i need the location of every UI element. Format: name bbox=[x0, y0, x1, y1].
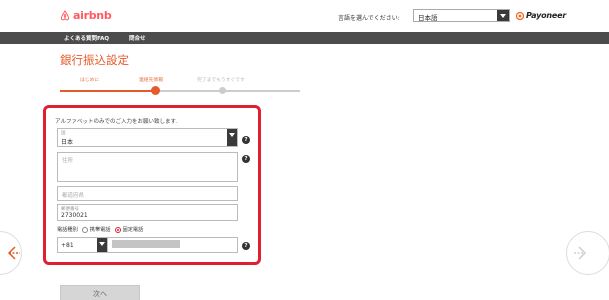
chevron-down-icon bbox=[227, 129, 237, 146]
next-button[interactable]: 次へ bbox=[60, 285, 140, 300]
postal-code-field[interactable]: 郵便番号 2730021 bbox=[57, 204, 238, 221]
airbnb-logo[interactable]: airbnb bbox=[60, 9, 112, 22]
help-icon[interactable]: ? bbox=[242, 155, 250, 163]
payoneer-text: Payoneer bbox=[526, 11, 567, 20]
radio-mobile[interactable] bbox=[81, 226, 88, 233]
prev-slide-button[interactable] bbox=[0, 231, 22, 275]
country-label: 国 bbox=[61, 131, 66, 136]
country-code-value: +81 bbox=[61, 242, 74, 249]
arrow-right-icon bbox=[573, 245, 587, 265]
radio-mobile-label[interactable]: 携帯電話 bbox=[90, 226, 111, 233]
help-icon[interactable]: ? bbox=[242, 136, 250, 144]
chevron-down-icon bbox=[497, 10, 509, 21]
prefecture-placeholder: 都道府県 bbox=[62, 193, 85, 199]
progress-line-done bbox=[60, 90, 155, 92]
payoneer-logo: Payoneer bbox=[516, 11, 566, 20]
masked-phone-number bbox=[112, 240, 180, 248]
step-dot-current bbox=[151, 86, 160, 95]
country-code-select[interactable]: +81 bbox=[58, 238, 108, 252]
nav-item-faq[interactable]: よくある質問FAQ bbox=[64, 34, 109, 42]
address-placeholder: 住所 bbox=[62, 158, 74, 164]
postal-code-value: 2730021 bbox=[61, 212, 88, 219]
step-dot-upcoming bbox=[219, 87, 226, 94]
language-value: 日本語 bbox=[418, 14, 438, 22]
logo-text: airbnb bbox=[73, 9, 112, 22]
address-field[interactable]: 住所 bbox=[57, 152, 238, 182]
next-slide-button[interactable] bbox=[566, 231, 609, 275]
step-label-contact: 連絡先情報 bbox=[139, 78, 163, 83]
language-select[interactable]: 日本語 bbox=[413, 9, 510, 22]
step-label-complete: 完了までもうすぐです bbox=[197, 78, 245, 83]
arrow-left-icon bbox=[7, 245, 21, 265]
country-select[interactable]: 国 日本 bbox=[57, 128, 238, 147]
nav-item-contact[interactable]: 問合せ bbox=[129, 34, 146, 42]
step-label-intro: はじめに bbox=[80, 78, 100, 83]
radio-landline-label[interactable]: 固定電話 bbox=[123, 226, 144, 233]
phone-type-label: 電話種別 bbox=[57, 227, 78, 233]
chevron-down-icon bbox=[97, 238, 107, 252]
help-icon[interactable]: ? bbox=[242, 242, 250, 250]
phone-type-group: 電話種別 携帯電話 固定電話 bbox=[57, 226, 143, 233]
language-label: 言語を選んでください: bbox=[338, 15, 400, 22]
payoneer-logo-icon bbox=[516, 11, 524, 20]
instruction-text: アルファベットのみでのご入力をお願い致します. bbox=[55, 119, 178, 125]
progress-line-remaining bbox=[155, 90, 300, 92]
header: airbnb 言語を選んでください: 日本語 Payoneer bbox=[0, 0, 609, 32]
prefecture-field[interactable]: 都道府県 bbox=[57, 186, 238, 201]
page-title: 銀行振込設定 bbox=[60, 53, 129, 67]
radio-landline[interactable] bbox=[114, 226, 121, 233]
progress-stepper: はじめに 連絡先情報 完了までもうすぐです bbox=[60, 76, 300, 96]
airbnb-logo-icon bbox=[60, 10, 70, 21]
nav-bar: よくある質問FAQ 問合せ bbox=[0, 32, 609, 44]
country-value: 日本 bbox=[61, 139, 74, 146]
